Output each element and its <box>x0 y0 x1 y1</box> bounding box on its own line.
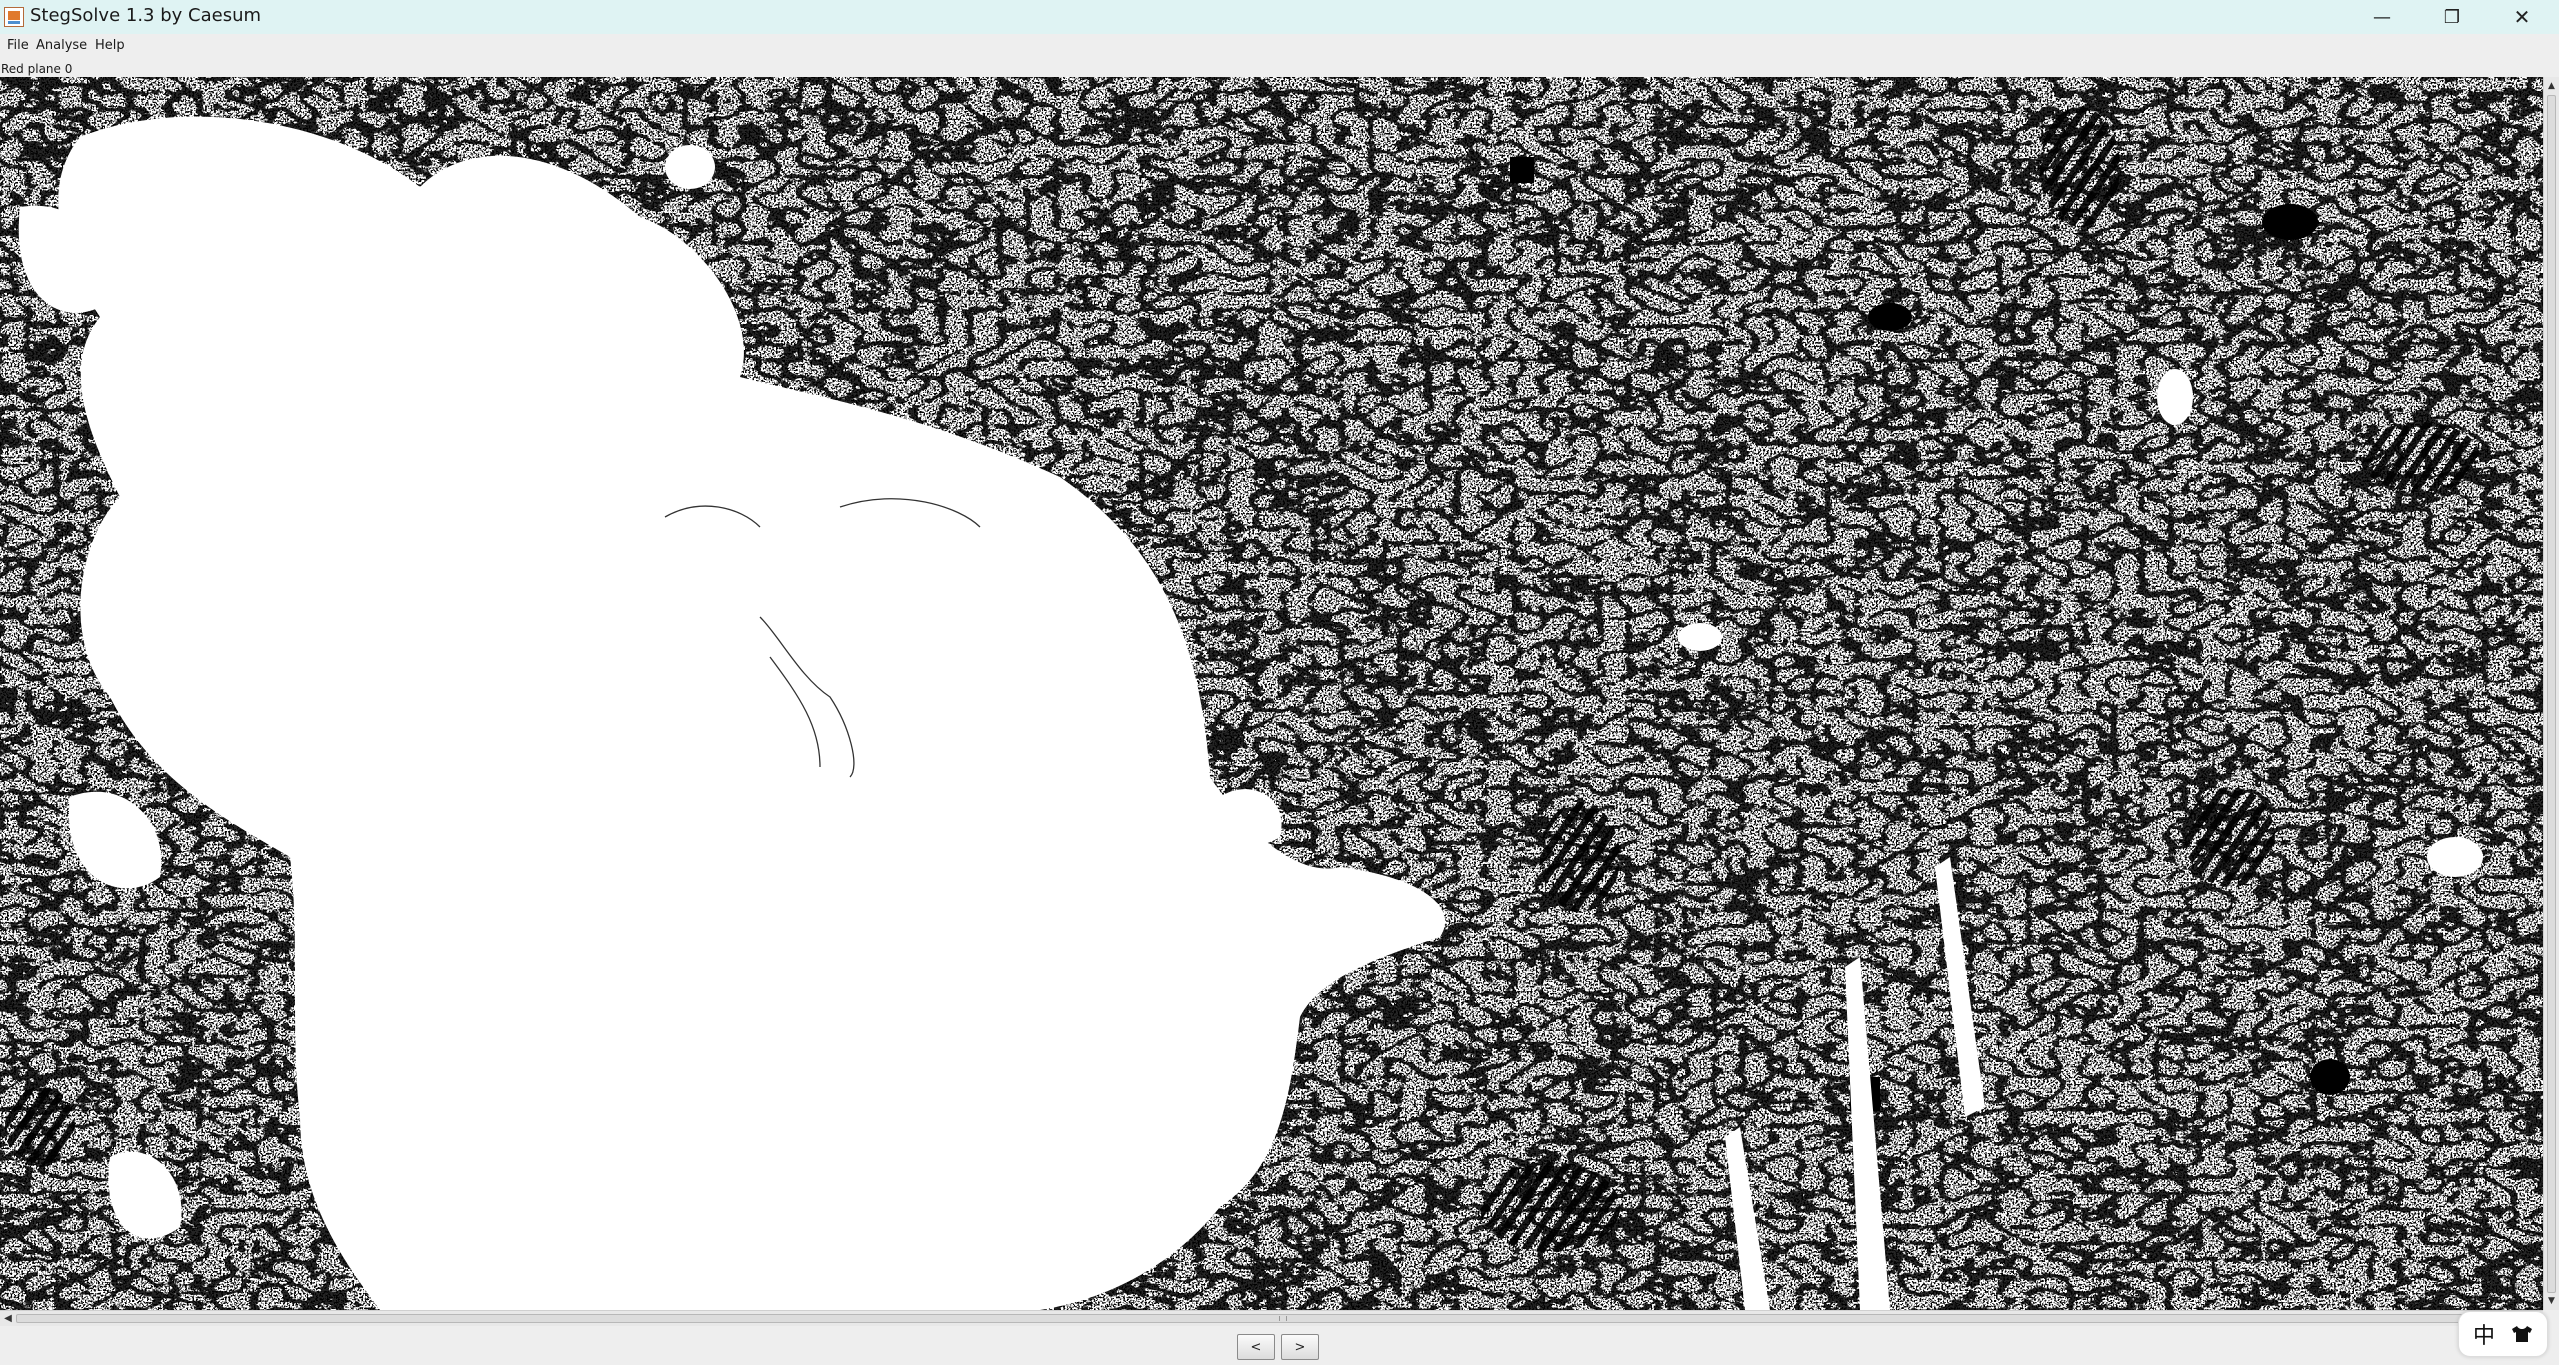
ime-indicator[interactable]: 中 <box>2458 1311 2548 1357</box>
plane-label: Red plane 0 <box>1 62 73 76</box>
java-app-icon <box>4 7 24 27</box>
bitplane-image <box>0 77 2543 1310</box>
next-plane-button[interactable]: > <box>1281 1334 1319 1360</box>
close-button[interactable]: ✕ <box>2490 0 2554 34</box>
window-title: StegSolve 1.3 by Caesum <box>30 5 262 26</box>
scroll-left-icon[interactable]: ◀ <box>1 1312 15 1326</box>
menu-file[interactable]: File <box>7 38 29 53</box>
scroll-up-icon[interactable]: ▲ <box>2546 79 2557 93</box>
menu-bar: File Analyse Help <box>0 34 2559 56</box>
restore-button[interactable]: ❐ <box>2420 0 2484 34</box>
image-viewport[interactable] <box>0 77 2543 1310</box>
skin-shirt-icon[interactable] <box>2511 1325 2533 1343</box>
previous-plane-button[interactable]: < <box>1237 1334 1275 1360</box>
horizontal-scrollbar[interactable]: ◀ ▶ <box>0 1310 2543 1326</box>
menu-analyse[interactable]: Analyse <box>36 38 87 53</box>
menu-help[interactable]: Help <box>95 38 125 53</box>
scroll-grip-icon <box>1279 1316 1287 1321</box>
title-bar: StegSolve 1.3 by Caesum — ❐ ✕ <box>0 0 2559 34</box>
navigation-bar: < > <box>0 1326 2559 1365</box>
scroll-down-icon[interactable]: ▼ <box>2546 1294 2557 1308</box>
horizontal-scroll-thumb[interactable] <box>16 1314 2527 1323</box>
ime-language-label[interactable]: 中 <box>2473 1318 2495 1350</box>
minimize-button[interactable]: — <box>2350 0 2414 34</box>
vertical-scrollbar[interactable]: ▲ ▼ <box>2543 77 2559 1310</box>
vertical-scroll-thumb[interactable] <box>2547 95 2556 1293</box>
